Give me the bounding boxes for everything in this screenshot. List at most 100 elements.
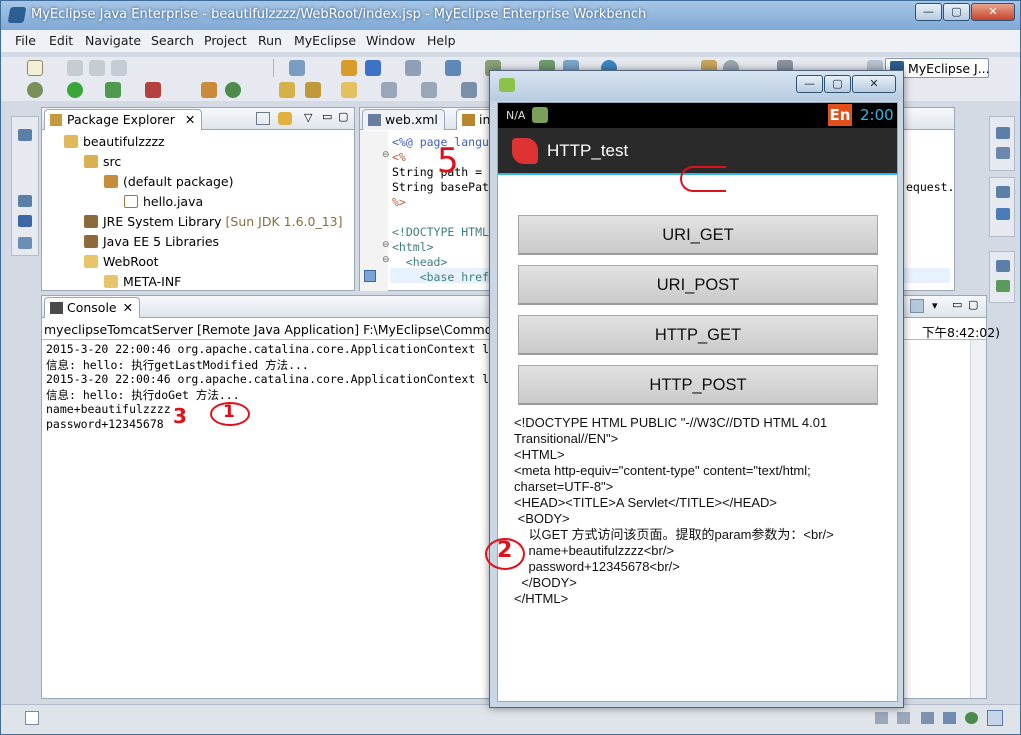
menu-help[interactable]: Help [427,33,456,48]
menu-file[interactable]: File [15,33,36,48]
menu-run[interactable]: Run [258,33,282,48]
maximize-view-icon[interactable]: ▢ [338,110,348,123]
http-post-button[interactable]: HTTP_POST [518,365,878,405]
run-config-icon[interactable] [105,82,121,98]
collapse-all-icon[interactable] [256,112,270,125]
hierarchy-icon[interactable] [18,237,32,249]
restore-icon-3[interactable] [996,127,1010,139]
tree-item-src[interactable]: src [84,154,121,169]
pin-console-icon[interactable] [910,299,924,313]
menu-myeclipse[interactable]: MyEclipse [294,33,356,48]
fast-view-icon[interactable] [25,711,39,725]
tab-web-xml[interactable]: web.xml [362,109,445,130]
prev-annotation-icon[interactable] [421,82,437,98]
menu-navigate[interactable]: Navigate [85,33,141,48]
title-bar[interactable]: MyEclipse Java Enterprise - beautifulzzz… [1,1,1020,30]
uri-post-button[interactable]: URI_POST [518,265,878,305]
menu-edit[interactable]: Edit [49,33,73,48]
print-icon[interactable] [111,60,127,76]
emulator-minimize-button[interactable]: — [796,75,823,93]
view-menu-icon[interactable]: ▽ [304,111,312,124]
link-editor-icon[interactable] [278,112,292,125]
status-icon-3[interactable] [921,712,934,724]
uri-get-button[interactable]: URI_GET [518,215,878,255]
back-icon[interactable] [461,82,477,98]
new-java-project-icon[interactable] [201,82,217,98]
jsp-file-icon [462,114,475,126]
emulator-title-bar[interactable]: — ▢ ✕ [490,71,903,101]
tab-package-explorer[interactable]: Package Explorer ✕ [44,109,203,130]
restore-icon[interactable] [18,129,32,141]
outline-view-icon[interactable] [996,208,1010,220]
status-icon-4[interactable] [943,712,956,724]
package-icon[interactable] [341,60,357,76]
status-icon-5[interactable] [965,712,978,724]
java-ee-icon[interactable] [405,60,421,76]
debug-icon[interactable] [27,82,43,98]
console-maximize-icon[interactable]: ▢ [968,298,978,311]
status-icon-2[interactable] [897,712,910,724]
app-title: HTTP_test [547,141,629,160]
menu-search[interactable]: Search [151,33,194,48]
new-wizard-icon[interactable] [289,60,305,76]
minimize-view-icon[interactable]: ▭ [322,110,332,123]
minimize-button[interactable]: — [915,3,942,21]
menu-project[interactable]: Project [204,33,247,48]
code-line[interactable]: <html> [392,240,434,254]
window-title: MyEclipse Java Enterprise - beautifulzzz… [31,7,647,22]
network-status: N/A [506,109,526,122]
outline-icon[interactable] [18,215,32,227]
tree-item-hello-java[interactable]: hello.java [124,194,203,209]
line-marker [364,270,376,282]
menu-window[interactable]: Window [366,33,415,48]
tree-item-javaee[interactable]: Java EE 5 Libraries [84,234,219,249]
refresh-icon[interactable] [225,82,241,98]
fold-marker-2: ⊖ [382,240,390,250]
edit-icon[interactable] [305,82,321,98]
status-icon-6[interactable] [987,710,1003,726]
restore-icon-2[interactable] [18,195,32,207]
code-line[interactable]: String basePat [392,180,489,194]
tree-item-webroot[interactable]: WebRoot [84,254,159,269]
next-annotation-icon[interactable] [381,82,397,98]
tree-item-jre[interactable]: JRE System Library [Sun JDK 1.6.0_13] [84,214,342,229]
close-tab-icon[interactable]: ✕ [185,112,195,127]
console-minimize-icon[interactable]: ▭ [952,298,962,311]
servers-icon[interactable] [996,280,1010,292]
properties-icon[interactable] [996,147,1010,159]
code-line[interactable]: <base href [392,270,489,284]
restore-icon-5[interactable] [996,260,1010,272]
maximize-button[interactable]: ▢ [943,3,970,21]
close-console-icon[interactable]: ✕ [123,300,133,315]
code-line[interactable]: <!DOCTYPE HTML [392,225,489,239]
code-line[interactable]: %> [392,195,406,209]
app-launcher-icon [512,138,538,164]
new-icon[interactable] [27,60,43,76]
console-view-menu-icon[interactable]: ▾ [932,299,938,312]
tab-console[interactable]: Console ✕ [44,297,141,318]
status-icon-1[interactable] [875,712,888,724]
run-icon[interactable] [67,82,83,98]
right-trim-bar-top [989,116,1015,171]
right-trim-bar-bottom [989,251,1015,303]
code-line[interactable]: <% [392,150,406,164]
save-icon[interactable] [67,60,83,76]
restore-icon-4[interactable] [996,186,1010,198]
code-line[interactable]: <head> [392,255,448,269]
external-tools-icon[interactable] [145,82,161,98]
annotation-label-2: 2 [497,538,513,563]
close-button[interactable]: ✕ [971,3,1015,21]
tree-item-default-package[interactable]: (default package) [104,174,233,189]
deploy-icon[interactable] [445,60,461,76]
http-get-button[interactable]: HTTP_GET [518,315,878,355]
tree-item-meta-inf[interactable]: META-INF [104,274,181,289]
console-line: 2015-3-20 22:00:46 org.apache.catalina.c… [46,342,490,356]
class-icon[interactable] [365,60,381,76]
save-all-icon[interactable] [89,60,105,76]
open-type-icon[interactable] [279,82,295,98]
tree-item-project[interactable]: beautifulzzzz [64,134,165,149]
emulator-maximize-button[interactable]: ▢ [824,75,851,93]
console-scrollbar[interactable] [970,340,986,698]
folder-icon[interactable] [341,82,357,98]
emulator-close-button[interactable]: ✕ [852,75,896,93]
